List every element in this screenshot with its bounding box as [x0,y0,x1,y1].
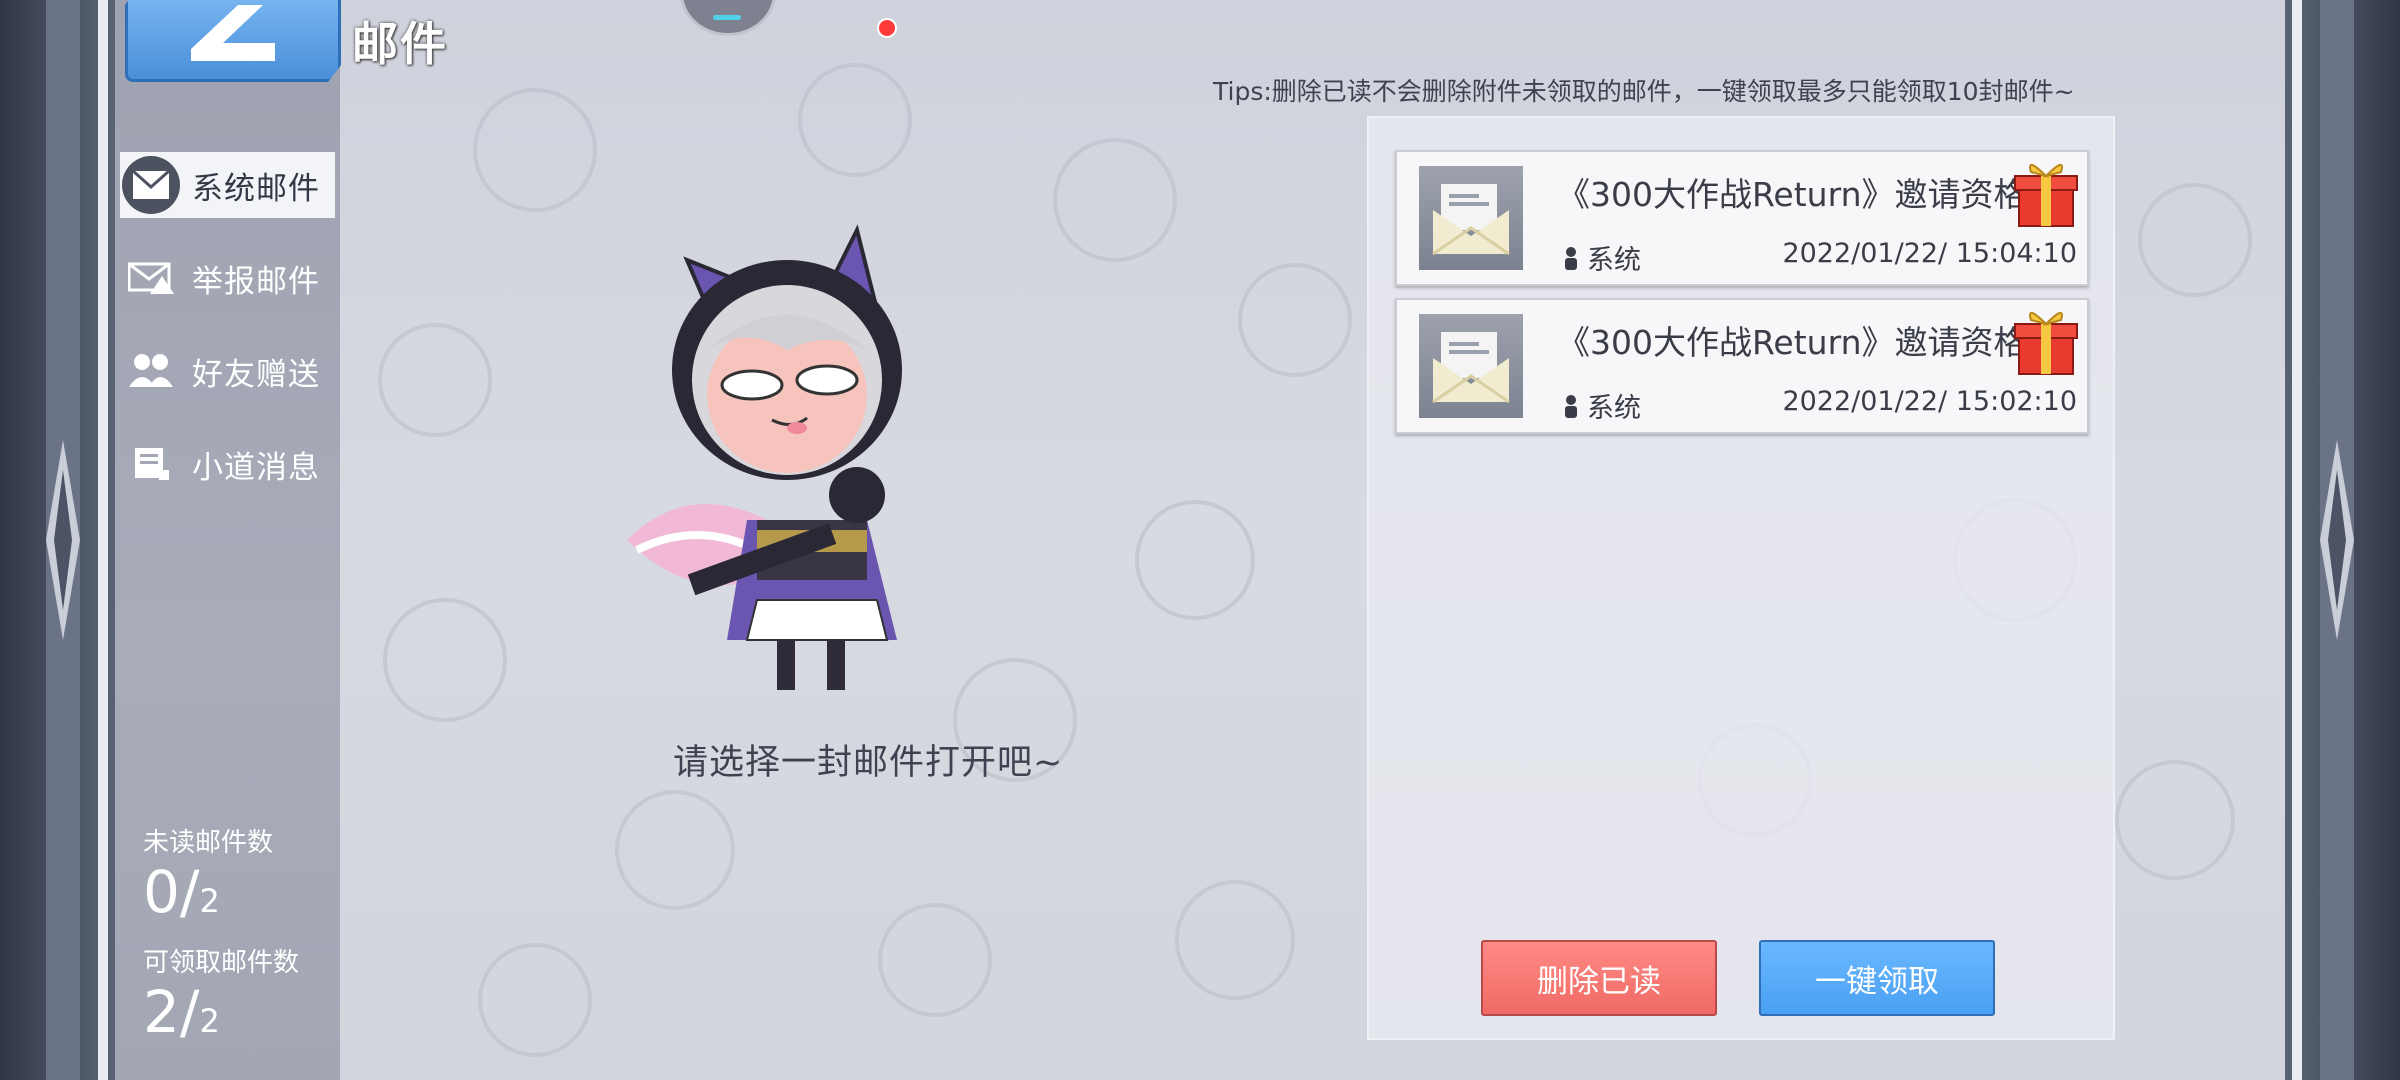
delete-read-button[interactable]: 删除已读 [1481,940,1717,1016]
mail-subject: 《300大作战Return》邀请资格 [1557,323,2027,362]
mail-subject: 《300大作战Return》邀请资格 [1557,175,2027,214]
right-frame [2285,0,2400,1080]
unread-count-total: 2 [199,882,220,920]
empty-selection-hint: 请选择一封邮件打开吧~ [673,743,1064,783]
envelope-thumbnail [1419,314,1523,418]
envelope-thumbnail [1419,166,1523,270]
left-frame [0,0,115,1080]
left-diamond-ornament [46,440,80,640]
claimable-count-total: 2 [199,1002,220,1040]
sidebar: 系统邮件 举报邮件 好友赠送 小道消息 未读邮件数 0/2 可领取邮件数 2/2 [115,0,341,1080]
mail-date: 2022/01/22/ 15:04:10 [1782,238,2077,269]
count-separator: / [179,858,200,926]
claimable-count-value: 2 [143,978,180,1046]
back-button[interactable] [125,0,341,82]
tips-text: Tips:删除已读不会删除附件未领取的邮件，一键领取最多只能领取10封邮件~ [1213,77,2075,106]
sidebar-item-friend-gifts[interactable]: 好友赠送 [120,338,335,404]
envelope-icon [1432,184,1510,256]
gift-icon [2014,164,2078,227]
sidebar-item-gossip[interactable]: 小道消息 [120,431,335,497]
sidebar-item-label: 举报邮件 [192,263,320,300]
claim-all-label: 一键领取 [1815,963,1939,1000]
avatar-indicator [713,15,741,20]
left-frame-border [98,0,108,1080]
sidebar-item-report-mail[interactable]: 举报邮件 [120,245,335,311]
claim-all-button[interactable]: 一键领取 [1759,940,1995,1016]
count-separator: / [179,978,200,1046]
envelope-icon [1432,332,1510,404]
claimable-count-label: 可领取邮件数 [143,948,300,978]
page-title: 邮件 [352,17,448,71]
mail-screen: 系统邮件 举报邮件 好友赠送 小道消息 未读邮件数 0/2 可领取邮件数 2/2… [115,0,2285,1080]
back-chevron-icon [191,5,275,61]
right-diamond-ornament [2320,440,2354,640]
mail-sender-name: 系统 [1587,393,1641,424]
unread-count: 0/2 [143,858,220,926]
user-icon [1565,246,1577,270]
gift-icon [2014,312,2078,375]
right-frame-border [2292,0,2302,1080]
friends-icon [120,340,182,402]
mail-sender-name: 系统 [1587,245,1641,276]
mail-icon [122,156,180,214]
mail-item[interactable]: 《300大作战Return》邀请资格 系统 2022/01/22/ 15:02:… [1395,298,2089,434]
unread-count-label: 未读邮件数 [143,828,274,858]
mail-sender: 系统 [1563,386,1641,425]
sidebar-item-label: 好友赠送 [192,356,320,393]
mail-list-panel: 《300大作战Return》邀请资格 系统 2022/01/22/ 15:04:… [1367,116,2115,1040]
sidebar-item-label: 系统邮件 [192,170,320,207]
mail-sender: 系统 [1563,238,1641,277]
user-icon [1565,394,1577,418]
unread-count-value: 0 [143,858,180,926]
notification-dot [877,18,897,38]
news-icon [120,433,182,495]
chibi-character-illustration [627,224,902,690]
sidebar-item-label: 小道消息 [192,449,320,486]
delete-read-label: 删除已读 [1537,963,1661,1000]
mail-date: 2022/01/22/ 15:02:10 [1782,386,2077,417]
claimable-count: 2/2 [143,978,220,1046]
mail-item[interactable]: 《300大作战Return》邀请资格 系统 2022/01/22/ 15:04:… [1395,150,2089,286]
report-mail-icon [120,247,182,309]
sidebar-item-system-mail[interactable]: 系统邮件 [120,152,335,218]
